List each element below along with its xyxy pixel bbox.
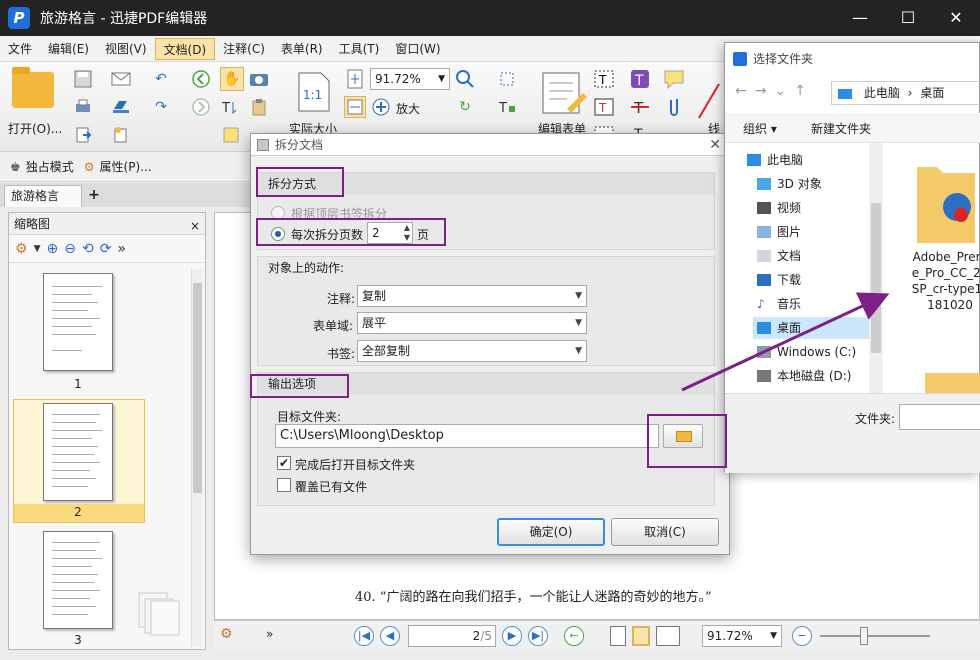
- annotation-arrow: [681, 292, 890, 392]
